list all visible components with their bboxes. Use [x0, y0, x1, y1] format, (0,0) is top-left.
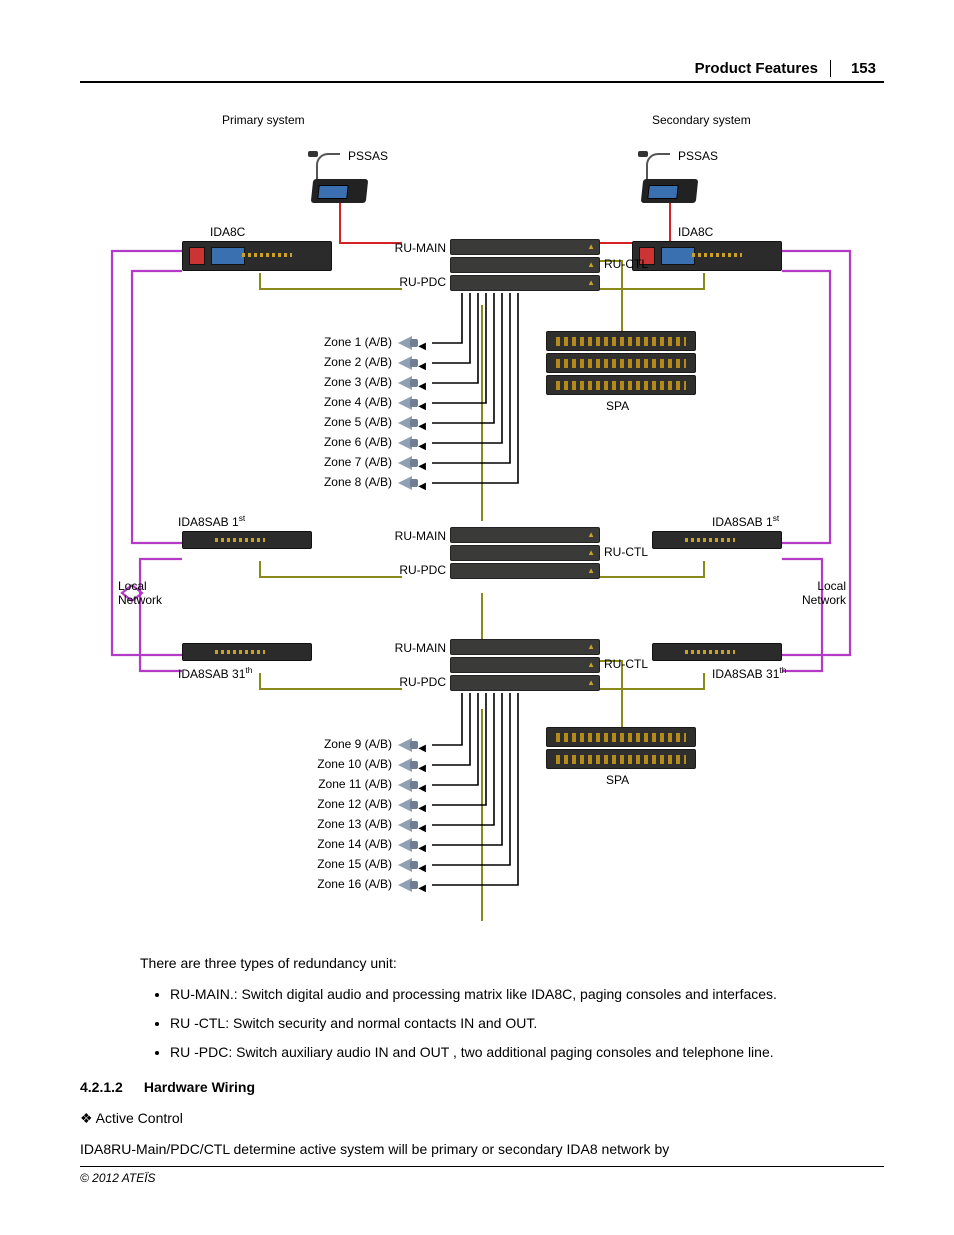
zone-label: Zone 8 (A/B) — [312, 475, 392, 489]
spa-label-2: SPA — [606, 773, 629, 787]
page-number: 153 — [831, 60, 884, 77]
ida8sab31-left-rack — [182, 643, 312, 661]
ru-pdc-1: ▲ — [450, 275, 600, 291]
redundancy-bullets: RU-MAIN.: Switch digital audio and proce… — [170, 984, 884, 1063]
ru-ctl-label-3: RU-CTL — [604, 657, 648, 671]
ida8sab31-right-rack — [652, 643, 782, 661]
speaker-icon: ◀ — [398, 336, 420, 350]
ida8c-right-rack — [632, 241, 782, 271]
subsection-active-control: ❖ Active Control — [80, 1108, 884, 1129]
ida8sab1-right-rack — [652, 531, 782, 549]
ru-main-label-2: RU-MAIN — [386, 529, 446, 543]
zone-label: Zone 2 (A/B) — [312, 355, 392, 369]
speaker-icon: ◀ — [398, 878, 420, 892]
ru-ctl-label-1: RU-CTL — [604, 257, 648, 271]
ru-pdc-label-1: RU-PDC — [390, 275, 446, 289]
pssas-left-label: PSSAS — [348, 149, 388, 163]
zone-label: Zone 4 (A/B) — [312, 395, 392, 409]
zone-label: Zone 5 (A/B) — [312, 415, 392, 429]
zone-label: Zone 13 (A/B) — [312, 817, 392, 831]
zone-label: Zone 14 (A/B) — [312, 837, 392, 851]
pssas-right-label: PSSAS — [678, 149, 718, 163]
ru-main-3: ▲ — [450, 639, 600, 655]
speaker-icon: ◀ — [398, 396, 420, 410]
speaker-icon: ◀ — [398, 838, 420, 852]
page-header: Product Features 153 — [80, 60, 884, 83]
bullet-ru-main: RU-MAIN.: Switch digital audio and proce… — [170, 984, 884, 1005]
zone-label: Zone 7 (A/B) — [312, 455, 392, 469]
ru-ctl-3: ▲ — [450, 657, 600, 673]
secondary-system-label: Secondary system — [652, 113, 751, 127]
ida8c-right-label: IDA8C — [678, 225, 713, 239]
zone-label: Zone 12 (A/B) — [312, 797, 392, 811]
ru-pdc-label-3: RU-PDC — [390, 675, 446, 689]
speaker-icon: ◀ — [398, 778, 420, 792]
local-network-right: Local Network — [802, 579, 846, 607]
section-heading: 4.2.1.2 Hardware Wiring — [80, 1077, 884, 1098]
body-paragraph: IDA8RU-Main/PDC/CTL determine active sys… — [80, 1139, 884, 1160]
spa-1c — [546, 375, 696, 395]
ida8sab31-left-label: IDA8SAB 31th — [178, 665, 252, 681]
primary-system-label: Primary system — [222, 113, 305, 127]
zone-label: Zone 15 (A/B) — [312, 857, 392, 871]
ru-pdc-3: ▲ — [450, 675, 600, 691]
speaker-icon: ◀ — [398, 738, 420, 752]
ida8c-left-label: IDA8C — [210, 225, 245, 239]
zone-label: Zone 9 (A/B) — [312, 737, 392, 751]
ru-ctl-label-2: RU-CTL — [604, 545, 648, 559]
body-content: There are three types of redundancy unit… — [80, 953, 884, 1160]
zone-label: Zone 16 (A/B) — [312, 877, 392, 891]
ida8sab31-right-label: IDA8SAB 31th — [712, 665, 786, 681]
system-diagram: Primary system Secondary system PSSAS PS… — [102, 113, 862, 933]
ru-pdc-label-2: RU-PDC — [390, 563, 446, 577]
ru-main-label-3: RU-MAIN — [386, 641, 446, 655]
zone-label: Zone 3 (A/B) — [312, 375, 392, 389]
ru-pdc-2: ▲ — [450, 563, 600, 579]
speaker-icon: ◀ — [398, 376, 420, 390]
spa-1b — [546, 353, 696, 373]
speaker-icon: ◀ — [398, 798, 420, 812]
speaker-icon: ◀ — [398, 476, 420, 490]
ida8c-left-rack — [182, 241, 332, 271]
header-title: Product Features — [695, 60, 831, 77]
speaker-icon: ◀ — [398, 456, 420, 470]
copyright: © 2012 ATEÏS — [80, 1171, 156, 1185]
ru-main-2: ▲ — [450, 527, 600, 543]
intro-paragraph: There are three types of redundancy unit… — [140, 953, 884, 974]
section-title: Hardware Wiring — [144, 1079, 255, 1095]
speaker-icon: ◀ — [398, 758, 420, 772]
ida8sab1-left-label: IDA8SAB 1st — [178, 513, 245, 529]
spa-label-1: SPA — [606, 399, 629, 413]
speaker-icon: ◀ — [398, 858, 420, 872]
speaker-icon: ◀ — [398, 416, 420, 430]
zone-label: Zone 1 (A/B) — [312, 335, 392, 349]
speaker-icon: ◀ — [398, 436, 420, 450]
section-number: 4.2.1.2 — [80, 1077, 140, 1098]
zone-label: Zone 6 (A/B) — [312, 435, 392, 449]
speaker-icon: ◀ — [398, 356, 420, 370]
zone-label: Zone 10 (A/B) — [312, 757, 392, 771]
spa-1a — [546, 331, 696, 351]
speaker-icon: ◀ — [398, 818, 420, 832]
bullet-ru-pdc: RU -PDC: Switch auxiliary audio IN and O… — [170, 1042, 884, 1063]
page-footer: © 2012 ATEÏS — [80, 1166, 884, 1185]
ida8sab1-left-rack — [182, 531, 312, 549]
ru-main-label-1: RU-MAIN — [386, 241, 446, 255]
bullet-ru-ctl: RU -CTL: Switch security and normal cont… — [170, 1013, 884, 1034]
spa-2a — [546, 727, 696, 747]
ru-main-1: ▲ — [450, 239, 600, 255]
ru-ctl-1: ▲ — [450, 257, 600, 273]
spa-2b — [546, 749, 696, 769]
local-network-left: Local Network — [118, 579, 162, 607]
ida8sab1-right-label: IDA8SAB 1st — [712, 513, 779, 529]
zone-label: Zone 11 (A/B) — [312, 777, 392, 791]
ru-ctl-2: ▲ — [450, 545, 600, 561]
